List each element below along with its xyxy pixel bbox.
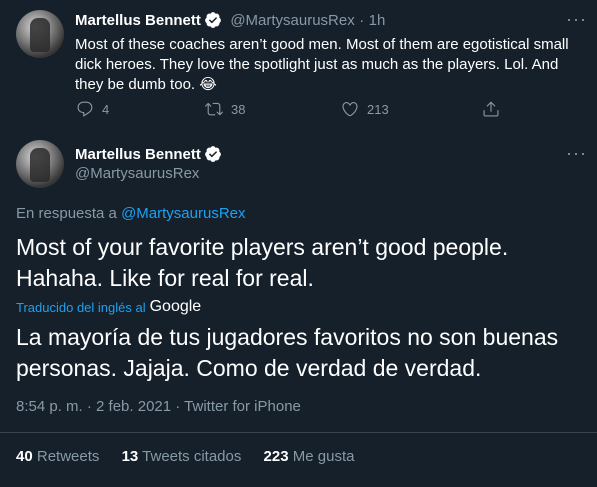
more-icon[interactable]: ··· [566, 144, 587, 162]
author-name[interactable]: Martellus Bennett [75, 146, 201, 163]
tweet-header: Martellus Bennett @MartysaurusRex · 1h [75, 11, 385, 30]
likes-count: 223 [263, 448, 289, 465]
reply-prefix: En respuesta a [16, 205, 117, 222]
more-icon[interactable]: ··· [566, 10, 587, 28]
tweet-text: Most of your favorite players aren’t goo… [16, 234, 509, 291]
reply-context: En respuesta a @MartysaurusRex [16, 205, 246, 222]
tweet-timestamp[interactable]: 8:54 p. m. · 2 feb. 2021 · Twitter for i… [16, 398, 301, 415]
retweet-button[interactable]: 38 [205, 100, 245, 118]
retweet-icon [205, 102, 223, 116]
separator: · [359, 12, 365, 29]
tweet-translation: La mayoría de tus jugadores favoritos no… [16, 324, 559, 381]
verified-badge-icon [204, 12, 221, 28]
share-icon [483, 101, 499, 117]
share-button[interactable] [482, 100, 500, 118]
divider [0, 432, 597, 433]
reply-handle-link[interactable]: @MartysaurusRex [121, 205, 245, 222]
like-button[interactable]: 213 [341, 100, 389, 118]
tweet-text: Most of these coaches aren’t good men. M… [75, 36, 569, 93]
retweets-count: 40 [16, 448, 33, 465]
retweets-stat[interactable]: 40 Retweets [16, 448, 99, 465]
retweet-count: 38 [231, 101, 246, 117]
quotes-stat[interactable]: 13 Tweets citados [122, 448, 242, 465]
like-icon [342, 102, 358, 117]
tweet-stats: 40 Retweets 13 Tweets citados 223 Me gus… [16, 448, 372, 465]
quotes-label: Tweets citados [142, 448, 242, 465]
retweets-label: Retweets [36, 448, 100, 465]
translated-label[interactable]: Traducido del inglés al [16, 300, 146, 315]
reply-button[interactable]: 4 [76, 100, 109, 118]
author-name[interactable]: Martellus Bennett [75, 12, 201, 29]
avatar[interactable] [16, 140, 64, 188]
avatar[interactable] [16, 10, 64, 58]
reply-count: 4 [102, 101, 110, 117]
quotes-count: 13 [121, 448, 139, 465]
likes-label: Me gusta [292, 448, 355, 465]
verified-badge-icon [204, 146, 221, 162]
google-logo: Google [149, 298, 202, 315]
translation-attribution: Traducido del inglés al Google [16, 298, 201, 316]
tweet-time[interactable]: 1h [369, 12, 386, 29]
tweet-header: Martellus Bennett [75, 145, 222, 164]
reply-icon [77, 101, 93, 117]
likes-stat[interactable]: 223 Me gusta [264, 448, 355, 465]
like-count: 213 [367, 101, 389, 117]
author-handle[interactable]: @MartysaurusRex [75, 165, 199, 182]
author-handle[interactable]: @MartysaurusRex [230, 12, 354, 29]
